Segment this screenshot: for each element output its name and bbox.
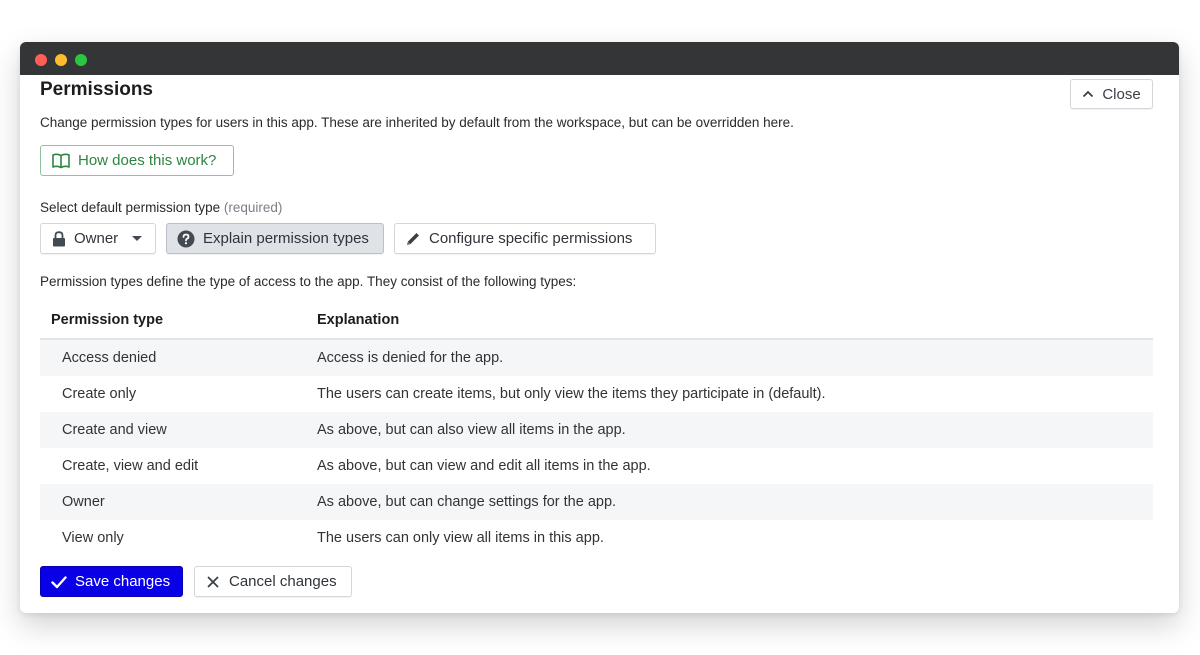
configure-specific-permissions-button[interactable]: Configure specific permissions bbox=[394, 223, 656, 254]
cancel-changes-button[interactable]: Cancel changes bbox=[194, 566, 352, 597]
table-row: View only The users can only view all it… bbox=[40, 520, 1153, 556]
explanation-cell: Access is denied for the app. bbox=[317, 339, 1153, 376]
form-footer: Save changes Cancel changes bbox=[40, 566, 352, 597]
required-hint: (required) bbox=[223, 200, 283, 215]
permission-actions: Owner Explain permission types Configure… bbox=[40, 223, 656, 254]
app-window: Permissions Close Change permission type… bbox=[20, 42, 1179, 613]
default-permission-label-text: Select default permission type bbox=[40, 200, 221, 215]
window-close-control[interactable] bbox=[35, 54, 47, 66]
permission-types-intro: Permission types define the type of acce… bbox=[40, 274, 577, 289]
permission-type-cell: View only bbox=[62, 530, 124, 546]
chevron-down-icon bbox=[132, 236, 143, 241]
permission-type-cell: Create only bbox=[62, 386, 137, 402]
save-changes-label: Save changes bbox=[75, 573, 171, 590]
chevron-up-icon bbox=[1082, 90, 1094, 98]
lock-icon bbox=[52, 230, 66, 247]
column-header-permission-type: Permission type bbox=[40, 302, 317, 340]
close-button[interactable]: Close bbox=[1070, 79, 1153, 109]
permission-type-cell: Owner bbox=[40, 484, 317, 520]
explanation-cell: As above, but can change settings for th… bbox=[317, 484, 1153, 520]
default-permission-label: Select default permission type (required… bbox=[40, 200, 282, 215]
page-title: Permissions bbox=[40, 79, 153, 100]
pencil-icon bbox=[405, 231, 421, 247]
permissions-panel: Permissions Close Change permission type… bbox=[40, 75, 1153, 613]
table-row: Create, view and edit As above, but can … bbox=[40, 448, 1153, 484]
column-header-explanation: Explanation bbox=[317, 302, 1153, 340]
explanation-cell: The users can only view all items in thi… bbox=[317, 530, 604, 546]
close-x-icon bbox=[207, 576, 219, 588]
how-does-this-work-label: How does this work? bbox=[78, 152, 217, 169]
explanation-cell: As above, but can also view all items in… bbox=[317, 412, 1153, 448]
book-icon bbox=[52, 153, 70, 169]
close-button-label: Close bbox=[1102, 85, 1141, 103]
permission-type-cell: Create and view bbox=[40, 412, 317, 448]
table-row: Access denied Access is denied for the a… bbox=[40, 339, 1153, 376]
save-changes-button[interactable]: Save changes bbox=[40, 566, 183, 597]
permission-type-cell: Create, view and edit bbox=[62, 458, 199, 474]
how-does-this-work-button[interactable]: How does this work? bbox=[40, 145, 234, 176]
default-permission-select[interactable]: Owner bbox=[40, 223, 156, 254]
explain-permission-types-label: Explain permission types bbox=[203, 230, 369, 247]
configure-specific-permissions-label: Configure specific permissions bbox=[429, 230, 633, 247]
table-row: Create and view As above, but can also v… bbox=[40, 412, 1153, 448]
question-circle-icon bbox=[177, 230, 195, 248]
explanation-cell: As above, but can view and edit all item… bbox=[317, 458, 651, 474]
table-header-row: Permission type Explanation bbox=[40, 302, 1153, 340]
table-row: Create only The users can create items, … bbox=[40, 376, 1153, 412]
default-permission-value: Owner bbox=[74, 230, 119, 247]
checkmark-icon bbox=[51, 575, 67, 589]
permission-type-cell: Access denied bbox=[40, 339, 317, 376]
permission-types-table: Permission type Explanation Access denie… bbox=[40, 302, 1153, 556]
window-titlebar bbox=[20, 42, 1179, 75]
table-row: Owner As above, but can change settings … bbox=[40, 484, 1153, 520]
window-maximize-control[interactable] bbox=[75, 54, 87, 66]
explanation-cell: The users can create items, but only vie… bbox=[317, 386, 826, 402]
cancel-changes-label: Cancel changes bbox=[229, 573, 337, 590]
page-description: Change permission types for users in thi… bbox=[40, 115, 794, 130]
explain-permission-types-button[interactable]: Explain permission types bbox=[166, 223, 384, 254]
window-minimize-control[interactable] bbox=[55, 54, 67, 66]
